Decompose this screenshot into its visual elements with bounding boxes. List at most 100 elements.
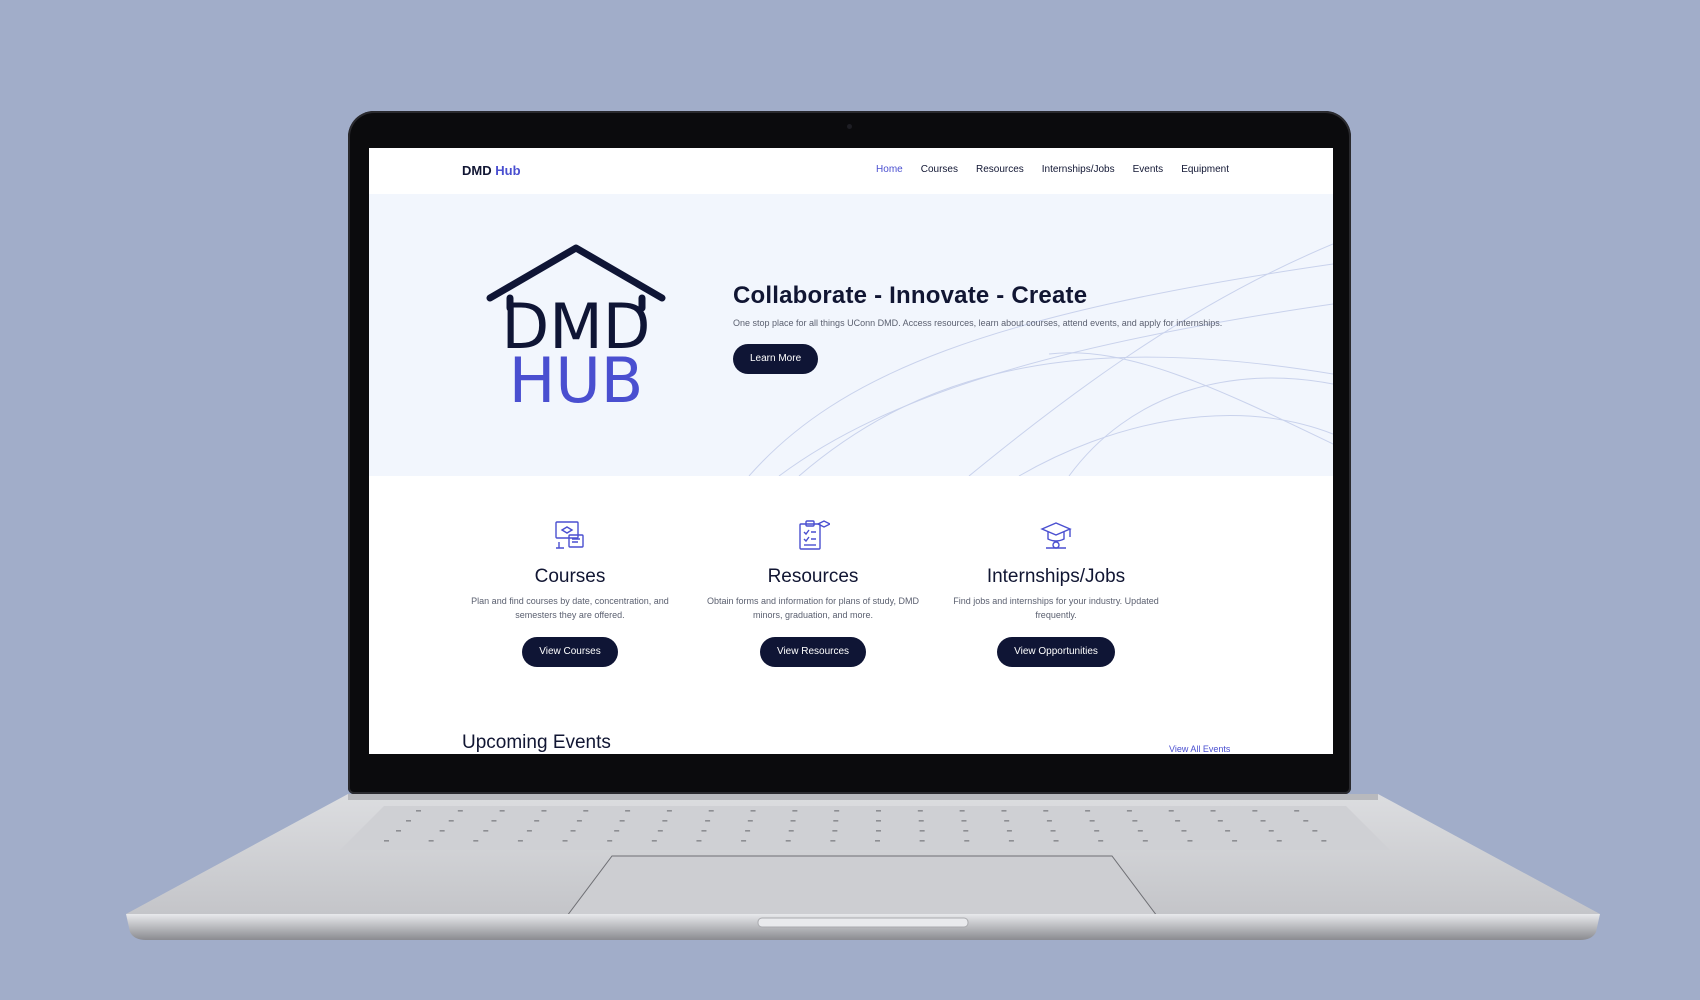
keyboard-key [619,820,625,822]
feature-cards: Courses Plan and find courses by date, c… [369,476,1333,726]
keyboard-key [961,820,967,822]
card-resources: Resources Obtain forms and information f… [693,518,933,667]
keyboard-key [792,810,798,812]
card-desc-courses: Plan and find courses by date, concentra… [471,596,669,620]
keyboard-key [416,810,421,812]
browser-screen: DMD Hub Home Courses Resources Internshi… [369,148,1333,754]
keyboard-key [1276,840,1282,842]
card-title-internships: Internships/Jobs [986,566,1126,587]
keyboard-key [876,820,881,822]
view-all-events-link[interactable]: View All Events [1169,744,1230,754]
nav-link-home[interactable]: Home [876,164,903,175]
nav-link-events[interactable]: Events [1133,164,1164,175]
keyboard-key [747,820,753,822]
nav-link-courses[interactable]: Courses [921,164,958,175]
keyboard-key [1312,830,1318,832]
keyboard-key [705,820,711,822]
keyboard-key [1175,820,1181,822]
keyboard-key [1043,810,1049,812]
brand-primary: DMD [462,163,492,178]
keyboard-key [876,830,881,832]
brand-accent: Hub [495,163,521,178]
keyboard-key [534,820,540,822]
upcoming-events-heading: Upcoming Events [462,732,611,753]
keyboard-key [396,830,401,832]
laptop-base [122,794,1604,944]
keyboard-key [625,810,631,812]
keyboard-key [439,830,445,832]
keyboard-key [1252,810,1258,812]
brand-logo[interactable]: DMD Hub [462,163,521,178]
keyboard-key [701,830,707,832]
dmd-hub-logo: DMD HUB [486,244,666,414]
webcam [847,124,852,129]
keyboard-key [570,830,576,832]
learn-more-button[interactable]: Learn More [733,344,819,374]
card-desc-resources: Obtain forms and information for plans o… [707,596,919,620]
keyboard-key [651,840,657,842]
card-internships: Internships/Jobs Find jobs and internshi… [936,518,1176,667]
keyboard-key [483,830,489,832]
keyboard-key [1050,830,1056,832]
keyboard-key [1168,810,1174,812]
hero-section: DMD HUB Collaborate - Innovate - Create … [369,194,1333,476]
card-title-courses: Courses [534,566,606,587]
keyboard-key [491,820,497,822]
resources-clipboard-icon [799,520,830,550]
keyboard-key [1046,820,1052,822]
logo-hub-text: HUB [509,344,644,414]
keyboard-key [428,840,434,842]
keyboard-key [1137,830,1143,832]
keyboard-key [526,830,532,832]
keyboard-key [576,820,582,822]
keyboard-key [830,840,836,842]
card-desc-internships: Find jobs and internships for your indus… [953,596,1159,620]
keyboard-key [919,830,925,832]
keyboard-key [876,810,881,812]
keyboard-key [785,840,791,842]
keyboard-key [583,810,589,812]
keyboard-key [1260,820,1266,822]
keyboard-key [875,840,880,842]
graduation-cap-icon [1040,522,1072,549]
keyboard-key [1217,820,1223,822]
keyboard-key [384,840,389,842]
keyboard-key [1053,840,1059,842]
nav-link-resources[interactable]: Resources [976,164,1024,175]
keyboard-key [1098,840,1104,842]
keyboard-key [1089,820,1095,822]
keyboard-key [1085,810,1091,812]
keyboard-key [1210,810,1216,812]
keyboard-key [662,820,668,822]
keyboard-key [1008,840,1014,842]
nav-links: Home Courses Resources Internships/Jobs … [876,164,1229,175]
keyboard-key [750,810,756,812]
keyboard-key [499,810,505,812]
keyboard-key [517,840,523,842]
keyboard-key [1132,820,1138,822]
keyboard-key [1303,820,1309,822]
keyboard-key [833,820,839,822]
view-courses-button[interactable]: View Courses [522,637,618,667]
keyboard-key [1232,840,1238,842]
keyboard-key [959,810,965,812]
keyboard-key [832,830,838,832]
keyboard-key [1126,810,1132,812]
keyboard-key [919,840,925,842]
keyboard-key [788,830,794,832]
nav-link-equipment[interactable]: Equipment [1181,164,1229,175]
keyboard-key [745,830,751,832]
keyboard-key [1001,810,1007,812]
keyboard-key [607,840,613,842]
keyboard-key [1004,820,1010,822]
keyboard-key [541,810,547,812]
card-title-resources: Resources [767,566,859,587]
view-resources-button[interactable]: View Resources [759,637,867,667]
view-opportunities-button[interactable]: View Opportunities [997,637,1115,667]
nav-link-internships[interactable]: Internships/Jobs [1042,164,1115,175]
keyboard-key [562,840,568,842]
keyboard-key [790,820,796,822]
keyboard-key [1225,830,1231,832]
courses-computer-icon [555,521,584,549]
keyboard-key [657,830,663,832]
